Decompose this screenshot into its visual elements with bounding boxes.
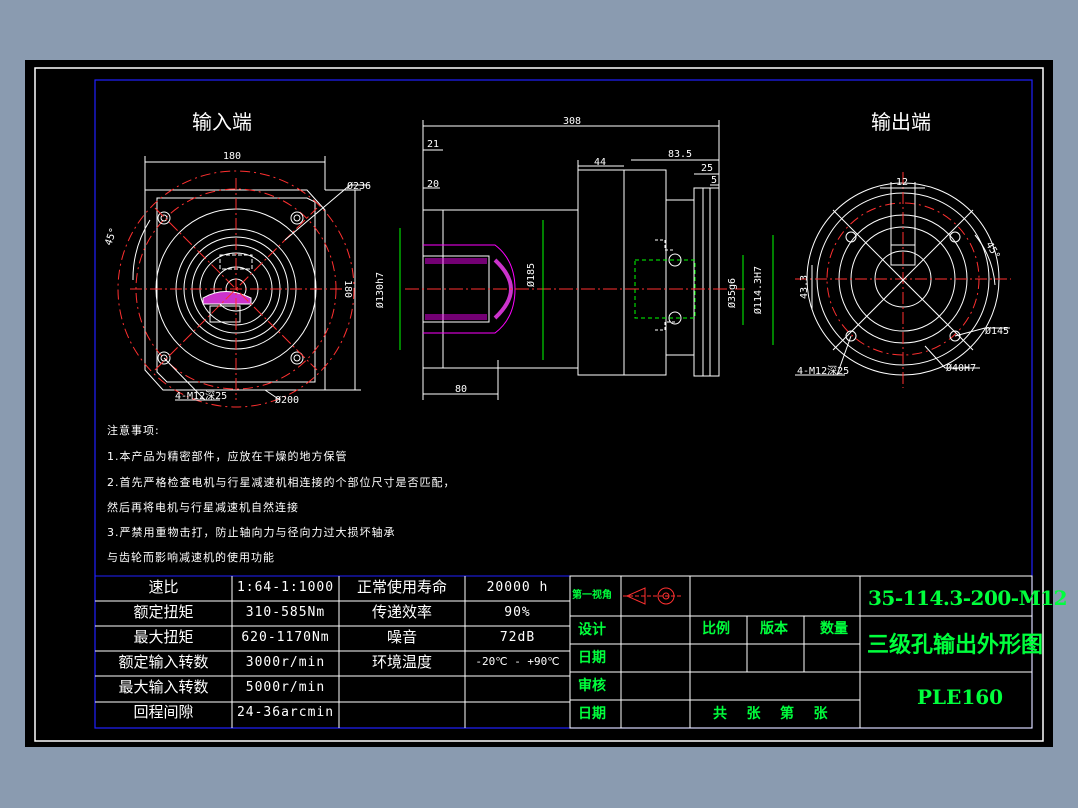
dim-145: Ø145 — [985, 326, 1010, 337]
note-heading: 注意事项: — [107, 424, 160, 437]
spec-value: 3000r/min — [245, 655, 326, 670]
dim-308: 308 — [563, 116, 582, 127]
dim-180-top: 180 — [223, 151, 242, 162]
spec-label: 额定扭矩 — [133, 603, 194, 621]
spec-value: 5000r/min — [245, 680, 326, 695]
dim-44: 44 — [594, 157, 607, 168]
quantity-label: 数量 — [820, 621, 848, 637]
design-label: 设计 — [578, 622, 606, 638]
note-line-1: 1.本产品为精密部件，应放在干燥的地方保管 — [107, 450, 348, 463]
scale-label: 比例 — [702, 621, 730, 637]
review-label: 审核 — [578, 678, 606, 694]
spec-label: 最大扭矩 — [133, 628, 194, 646]
input-end-title: 输入端 — [192, 110, 252, 134]
spec-label-2: 环境温度 — [371, 653, 432, 671]
dim-4m12-left: 4-M12深25 — [175, 391, 228, 402]
dim-20: 20 — [427, 179, 440, 190]
spec-value-2: 90% — [504, 605, 531, 620]
sheet-count-label: 共 张 第 张 — [713, 706, 828, 722]
dim-35g6: Ø35g6 — [727, 277, 739, 309]
model-number: PLE160 — [917, 685, 1004, 709]
input-end-view — [117, 156, 370, 408]
note-line-2: 2.首先严格检查电机与行星减速机相连接的个部位尺寸是否匹配， — [107, 476, 456, 489]
dim-40h7: Ø40H7 — [946, 363, 977, 374]
dim-25: 25 — [701, 163, 714, 174]
version-label: 版本 — [760, 621, 788, 637]
spec-label-2: 噪音 — [386, 628, 417, 646]
note-line-4: 3.严禁用重物击打，防止轴向力与径向力过大损坏轴承 — [107, 526, 396, 539]
spec-value-2: 20000 h — [486, 580, 549, 595]
spec-value: 1:64-1:1000 — [236, 580, 335, 595]
output-end-title: 输出端 — [871, 110, 931, 134]
dim-43-3: 43.3 — [799, 274, 811, 300]
dim-114-3h7: Ø114.3H7 — [753, 265, 765, 315]
part-number: 35-114.3-200-M12 — [868, 586, 1068, 610]
drawing-name: 三级孔输出外形图 — [867, 632, 1044, 658]
dim-185: Ø185 — [526, 262, 538, 288]
dim-80: 80 — [455, 384, 468, 395]
spec-label-2: 传递效率 — [371, 603, 432, 621]
dim-200: Ø200 — [275, 395, 300, 406]
spec-label-2: 正常使用寿命 — [356, 578, 447, 596]
drawing-sheet: 输入端 输出端 180 Ø236 45° 180 4-M12深25 Ø200 3… — [25, 60, 1068, 747]
spec-label: 额定输入转数 — [118, 653, 209, 671]
output-end-view — [795, 172, 1011, 388]
spec-value-2: -20℃ - +90℃ — [475, 655, 560, 668]
spec-value: 620-1170Nm — [241, 630, 330, 645]
spec-value-2: 72dB — [499, 630, 536, 645]
spec-label: 最大输入转数 — [118, 678, 209, 696]
dim-180-side: 180 — [342, 279, 354, 299]
dim-236: Ø236 — [347, 181, 372, 192]
dim-5: 5 — [711, 175, 718, 186]
date-label-1: 日期 — [578, 650, 606, 666]
note-line-3: 然后再将电机与行星减速机自然连接 — [107, 501, 299, 514]
dim-4m12-right: 4-M12深25 — [797, 366, 850, 377]
spec-value: 24-36arcmin — [236, 705, 335, 720]
dim-21: 21 — [427, 139, 440, 150]
dim-12: 12 — [896, 177, 909, 188]
note-line-5: 与齿轮而影响减速机的使用功能 — [107, 551, 275, 564]
spec-value: 310-585Nm — [245, 605, 326, 620]
spec-label: 速比 — [148, 578, 179, 596]
side-section-view — [399, 120, 774, 400]
dim-130h7: Ø130h7 — [375, 271, 387, 309]
date-label-2: 日期 — [578, 706, 606, 722]
spec-label: 回程间隙 — [133, 703, 194, 721]
dim-83-5: 83.5 — [668, 149, 693, 160]
projection-angle-label: 第一视角 — [572, 590, 612, 601]
